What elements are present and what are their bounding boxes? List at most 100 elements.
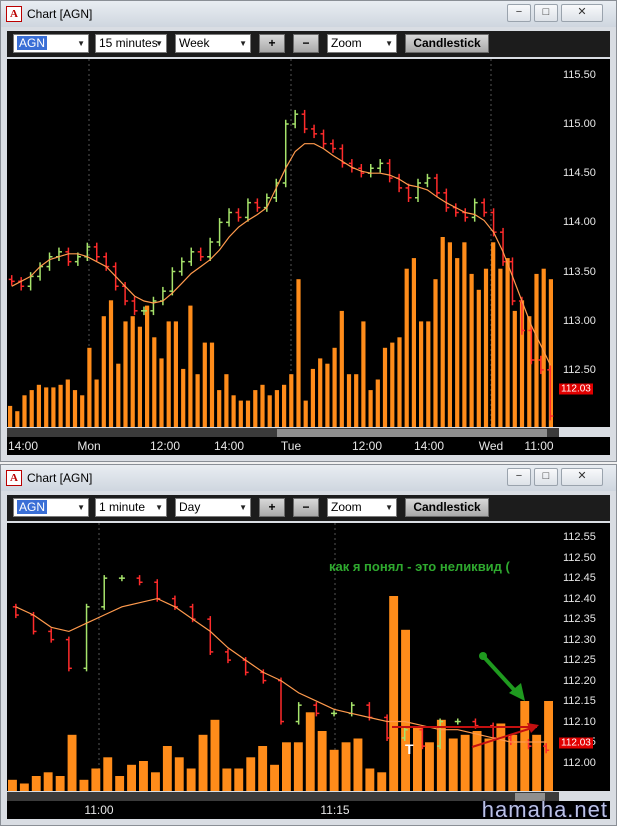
volume-bar <box>498 268 503 427</box>
candle <box>131 296 138 316</box>
volume-bar <box>377 772 387 791</box>
candle <box>329 139 336 153</box>
range-select[interactable]: Week ▼ <box>175 34 251 53</box>
volume-bar <box>361 321 366 427</box>
zoom-select[interactable]: Zoom ▼ <box>327 34 397 53</box>
y-tick-label: 112.50 <box>563 363 596 376</box>
x-tick-label: 11:00 <box>84 803 114 817</box>
volume-bar <box>174 757 184 791</box>
volume-bar <box>108 300 114 427</box>
volume-bar <box>145 305 150 427</box>
candle <box>178 257 185 276</box>
maximize-icon[interactable]: □ <box>534 468 558 486</box>
symbol-select[interactable]: AGN ▼ <box>13 498 89 517</box>
volume-bar <box>491 242 496 427</box>
volume-bar <box>365 768 375 791</box>
maximize-icon[interactable]: □ <box>534 4 558 22</box>
candle <box>454 718 461 725</box>
volume-bar <box>80 395 85 427</box>
volume-bar <box>436 719 446 791</box>
volume-bar <box>339 310 344 427</box>
zoom-select[interactable]: Zoom ▼ <box>327 498 397 517</box>
y-tick-label: 112.00 <box>563 756 596 769</box>
close-icon[interactable]: ✕ <box>561 4 603 22</box>
app-icon: A <box>6 6 22 22</box>
volume-bar <box>195 374 200 427</box>
candle <box>93 242 100 261</box>
green-arrow-dot <box>479 652 487 660</box>
chart-toolbar: AGN ▼ 1 minute ▼ Day ▼ + − Zoom ▼ Candle… <box>7 495 610 521</box>
volume-bar <box>115 776 125 791</box>
candle <box>101 575 108 610</box>
candlestick-button[interactable]: Candlestick <box>405 498 489 517</box>
zoom-out-button[interactable]: − <box>293 34 319 53</box>
volume-bar <box>318 358 323 427</box>
volume-bar <box>51 387 56 427</box>
symbol-select[interactable]: AGN ▼ <box>13 34 89 53</box>
title-bar[interactable]: A Chart [AGN] − □ ✕ <box>1 1 616 27</box>
y-tick-label: 115.50 <box>563 68 596 81</box>
minimize-icon[interactable]: − <box>507 468 531 486</box>
volume-bar <box>472 731 482 791</box>
y-tick-label: 114.00 <box>563 216 596 229</box>
volume-bar <box>44 387 49 427</box>
volume-bar <box>166 321 171 427</box>
price-chart[interactable]: 112.55 112.50 112.45 112.40 112.35 112.30 112.… <box>7 523 610 803</box>
volume-bar <box>151 772 160 791</box>
chevron-down-icon: ▼ <box>155 39 163 48</box>
candle <box>292 109 299 129</box>
zoom-out-button[interactable]: − <box>293 498 319 517</box>
candle <box>384 714 391 741</box>
price-chart[interactable]: 115.50 115.00 114.50 114.00 113.50 113.00 112.… <box>7 59 610 439</box>
volume-bar <box>389 596 399 791</box>
candle <box>301 109 308 134</box>
volume-bar <box>253 390 258 427</box>
zoom-in-button[interactable]: + <box>259 34 285 53</box>
chart-canvas <box>8 59 554 427</box>
candle <box>424 173 431 188</box>
candle <box>136 575 143 586</box>
candle <box>159 286 166 306</box>
volume-bar <box>15 411 20 427</box>
range-select[interactable]: Day ▼ <box>175 498 251 517</box>
volume-bar <box>67 734 77 791</box>
volume-bar <box>274 390 279 427</box>
close-icon[interactable]: ✕ <box>561 468 603 486</box>
volume-bar <box>137 326 142 427</box>
window-title: Chart [AGN] <box>27 471 93 485</box>
x-tick-label: Tue <box>280 439 302 453</box>
candle <box>224 648 231 664</box>
interval-select[interactable]: 15 minutes ▼ <box>95 34 167 53</box>
time-axis: 14:00 Mon 12:00 14:00 Tue 12:00 14:00 Wed 11:00 <box>7 437 610 455</box>
candle <box>188 247 195 266</box>
zoom-in-button[interactable]: + <box>259 498 285 517</box>
volume-bar <box>101 316 106 427</box>
volume-bar <box>209 342 215 427</box>
x-tick-label: 11:00 <box>524 439 554 453</box>
y-tick-label: 112.35 <box>563 613 596 626</box>
volume-bar <box>258 746 268 791</box>
chart-toolbar: AGN ▼ 15 minutes ▼ Week ▼ + − Zoom ▼ Can… <box>7 31 610 57</box>
volume-bar <box>217 390 222 427</box>
volume-bar <box>238 400 243 427</box>
volume-bar <box>534 273 539 427</box>
volume-bar <box>87 347 92 427</box>
candlestick-button[interactable]: Candlestick <box>405 34 489 53</box>
candle <box>452 203 459 217</box>
candle <box>12 603 19 619</box>
app-icon: A <box>6 470 22 486</box>
volume-bar <box>332 347 337 427</box>
volume-bar <box>505 258 510 427</box>
minimize-icon[interactable]: − <box>507 4 531 22</box>
y-tick-label: 115.00 <box>563 118 596 130</box>
interval-select[interactable]: 1 minute ▼ <box>95 498 167 517</box>
chevron-down-icon: ▼ <box>239 39 247 48</box>
volume-bar <box>397 337 402 427</box>
volume-bar <box>173 321 178 427</box>
title-bar[interactable]: A Chart [AGN] − □ ✕ <box>1 465 616 491</box>
chart-window-1: A Chart [AGN] − □ ✕ AGN ▼ 15 minutes ▼ W… <box>0 0 617 462</box>
volume-bar <box>186 768 196 791</box>
volume-bar <box>8 779 17 791</box>
candle <box>396 173 403 193</box>
volume-bar <box>303 400 308 427</box>
